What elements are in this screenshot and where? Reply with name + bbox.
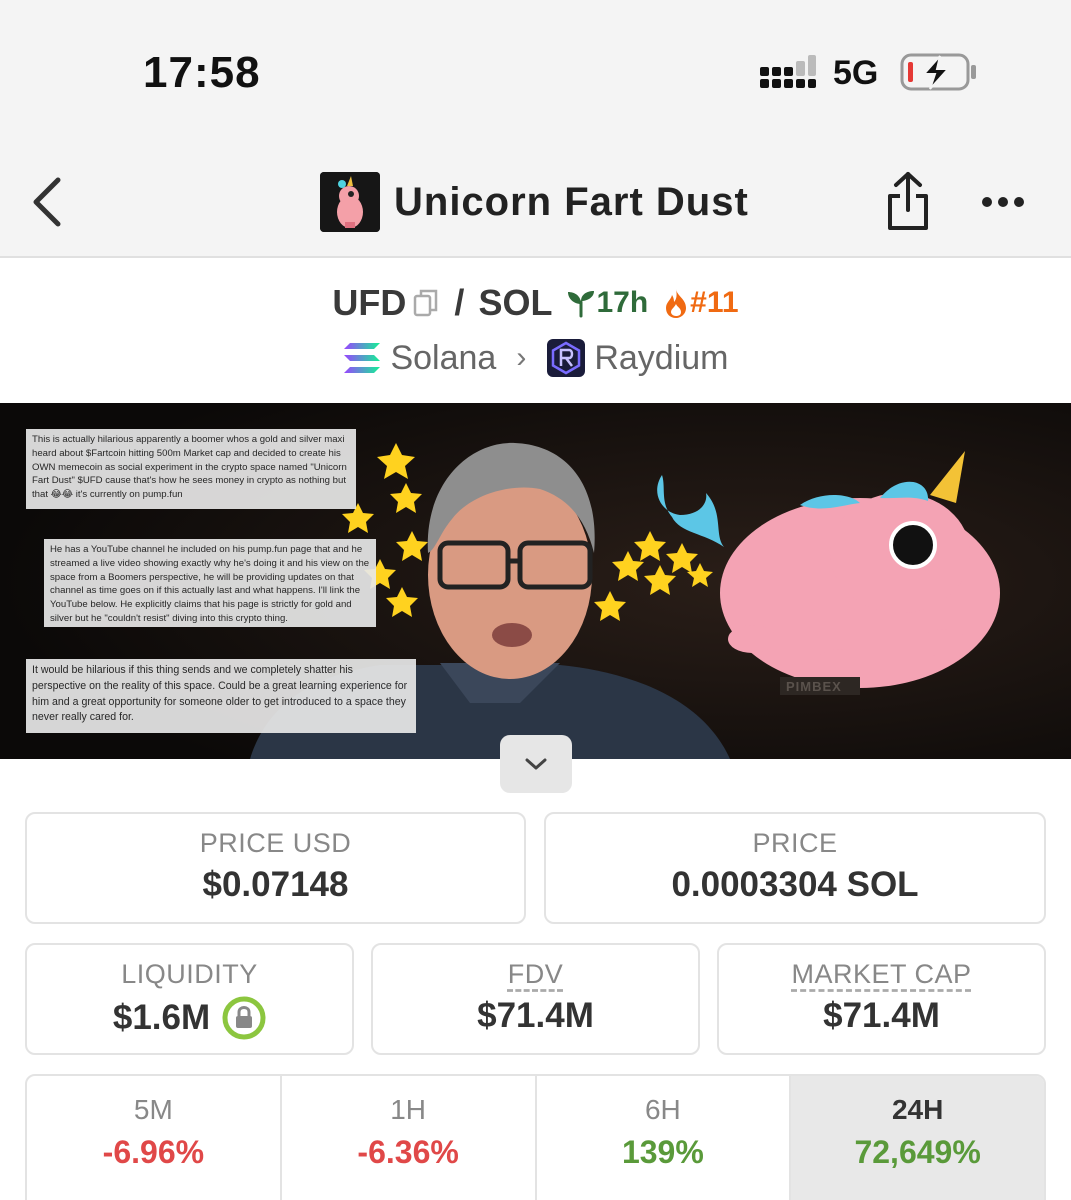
tab-label: 6H [644,1094,681,1125]
status-bar: 17:58 5G [0,0,1071,140]
pair-age: 17h [566,286,648,320]
tab-1h[interactable]: 1H -6.36% [282,1076,537,1200]
dex-link[interactable]: Raydium [594,339,728,378]
trending-rank[interactable]: #11 [662,286,739,320]
token-logo [320,172,380,232]
chevron-down-icon [525,758,547,770]
raydium-icon [547,339,586,377]
pair-separator: / [454,282,465,323]
market-cap-card: MARKET CAP $71.4M [717,943,1046,1055]
tab-change-value: 139% [621,1134,704,1170]
price-native-card: PRICE 0.0003304 SOL [544,812,1046,924]
chevron-right-icon: › [516,341,527,374]
rank-text: #11 [690,286,739,319]
tab-6h[interactable]: 6H 139% [537,1076,792,1200]
network-label: 5G [833,54,879,92]
market-cap-value: $71.4M [823,996,940,1035]
page-title: Unicorn Fart Dust [394,179,749,224]
price-change-tabs: 5M -6.96% 1H -6.36% 6H 139% 24H 72,649% [25,1074,1046,1200]
tab-24h[interactable]: 24H 72,649% [791,1076,1044,1200]
tab-label: 5M [133,1094,173,1125]
more-options-button[interactable] [980,190,1026,214]
liquidity-card: LIQUIDITY $1.6M [25,943,354,1055]
share-button[interactable] [884,170,932,234]
expand-banner-button[interactable] [500,735,572,793]
lock-icon[interactable] [222,996,266,1040]
fdv-value: $71.4M [477,996,594,1035]
chain-link[interactable]: Solana [390,339,496,378]
tab-change-value: -6.36% [357,1134,459,1170]
nav-title-group: Unicorn Fart Dust [320,172,749,232]
tab-label: 1H [390,1094,427,1125]
liquidity-label: LIQUIDITY [121,959,258,989]
battery-charging-icon [900,53,976,91]
quote-token-symbol: SOL [478,282,553,323]
status-time: 17:58 [143,48,261,97]
fdv-label[interactable]: FDV [508,959,564,989]
tab-change-value: -6.96% [102,1134,205,1170]
pair-age-text: 17h [596,286,649,319]
banner-sign: PIMBEX [786,679,842,694]
signal-icon [760,55,816,88]
solana-icon [344,343,381,373]
price-usd-label: PRICE USD [199,828,352,858]
tab-label: 24H [891,1094,944,1125]
banner-caption-2: He has a YouTube channel he included on … [44,539,376,627]
pair-header: UFD / SOL 17h #11 [0,278,1071,328]
price-native-label: PRICE [752,828,838,858]
copy-icon[interactable] [412,288,440,318]
base-token-symbol: UFD [332,282,407,323]
token-banner-image: This is actually hilarious apparently a … [0,403,1071,759]
seedling-icon [568,291,595,318]
nav-bar: Unicorn Fart Dust [0,140,1071,258]
banner-caption-1: This is actually hilarious apparently a … [26,429,356,509]
liquidity-value: $1.6M [112,998,211,1037]
tab-change-value: 72,649% [854,1134,981,1170]
flame-icon [666,289,687,318]
banner-caption-3: It would be hilarious if this thing send… [26,659,416,733]
fdv-card: FDV $71.4M [371,943,700,1055]
price-native-value: 0.0003304 SOL [671,865,919,904]
price-usd-card: PRICE USD $0.07148 [25,812,526,924]
market-cap-label[interactable]: MARKET CAP [791,959,971,989]
tab-5m[interactable]: 5M -6.96% [27,1076,282,1200]
price-usd-value: $0.07148 [202,865,349,904]
chain-breadcrumb: Solana › Raydium [0,334,1071,382]
back-button[interactable] [28,174,68,230]
